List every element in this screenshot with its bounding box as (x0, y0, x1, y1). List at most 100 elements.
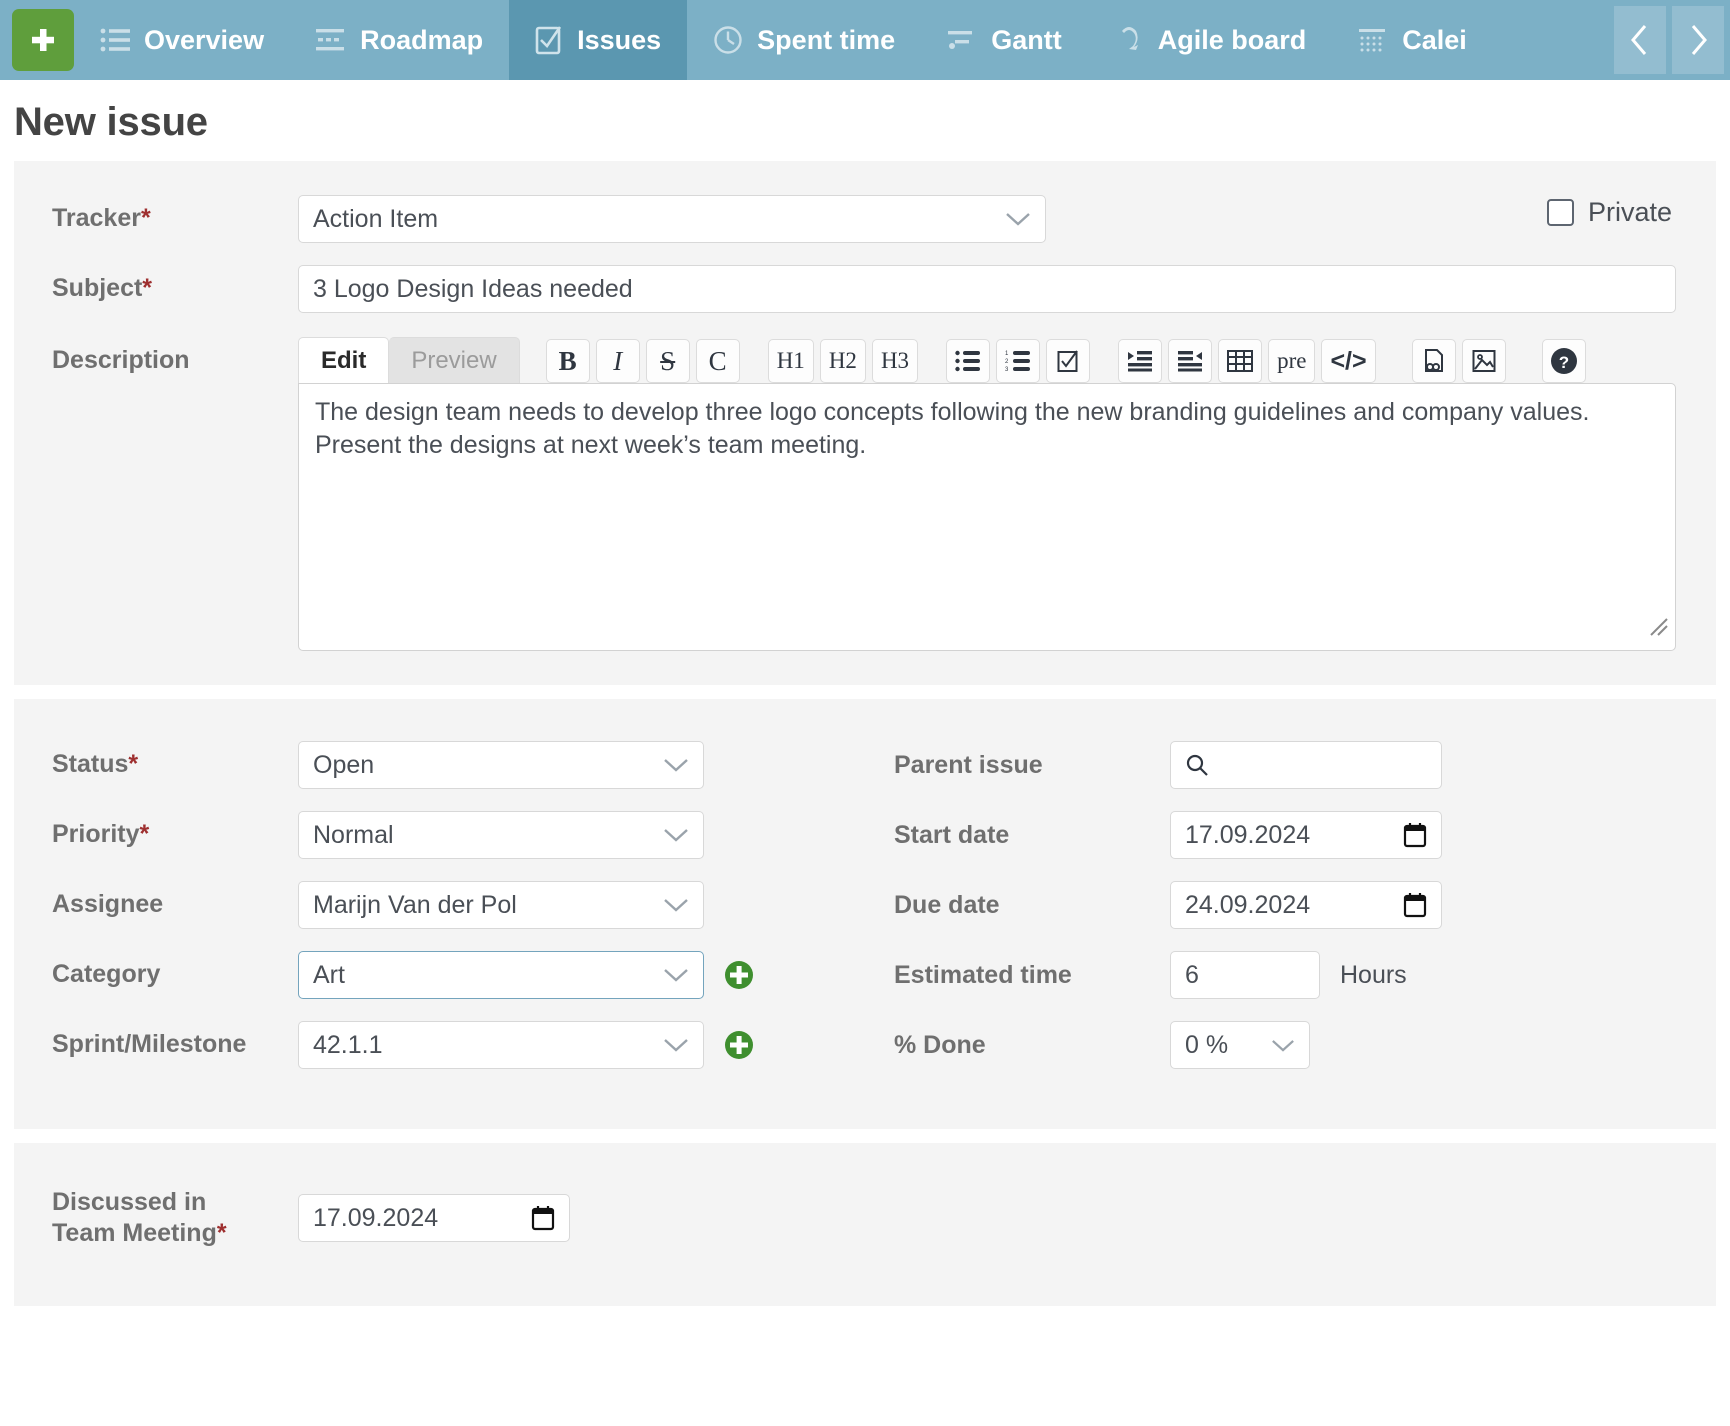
nav-tab-label: Roadmap (360, 24, 484, 55)
required-marker: * (128, 750, 139, 779)
outdent-button[interactable] (1168, 339, 1213, 383)
svg-text:?: ? (1558, 353, 1568, 372)
nav-tab-spent-time[interactable]: Spent time (687, 0, 921, 80)
estimated-time-input[interactable]: 6 (1170, 951, 1320, 999)
top-navigation-bar: Overview Roadmap Issues Spent time Gantt… (0, 0, 1730, 80)
private-checkbox[interactable] (1546, 199, 1574, 226)
nav-tab-label: Overview (144, 24, 265, 55)
description-label: Description (14, 335, 298, 376)
chevron-down-icon (663, 757, 689, 773)
image-icon (1472, 350, 1496, 372)
tracker-select[interactable]: Action Item (298, 195, 1046, 243)
tracker-label: Tracker* (14, 203, 298, 234)
parent-issue-row: Parent issue (894, 741, 1716, 789)
heading-1-button[interactable]: H1 (767, 339, 814, 383)
subject-row: Subject* 3 Logo Design Ideas needed (14, 265, 1716, 313)
list-icon (100, 27, 130, 53)
strikethrough-button[interactable]: S (645, 339, 690, 383)
tracker-label-text: Tracker (52, 204, 141, 233)
help-button[interactable]: ? (1541, 339, 1586, 383)
tab-preview[interactable]: Preview (389, 337, 520, 383)
calendar-icon[interactable] (1403, 822, 1427, 848)
percent-done-select[interactable]: 0 % (1170, 1021, 1310, 1069)
sprint-select[interactable]: 42.1.1 (298, 1021, 704, 1069)
code-block-button[interactable]: </> (1321, 339, 1376, 383)
outdent-icon (1178, 351, 1203, 372)
subject-label-text: Subject (52, 274, 143, 303)
percent-done-label: % Done (894, 1030, 986, 1059)
status-select[interactable]: Open (298, 741, 704, 789)
heading-3-button[interactable]: H3 (871, 339, 919, 383)
checklist-button[interactable] (1046, 339, 1091, 383)
issue-attributes-panel: Status* Open Priority* Normal Assignee M… (14, 699, 1716, 1129)
heading-2-button[interactable]: H2 (819, 339, 866, 383)
add-category-button[interactable] (724, 960, 754, 990)
private-checkbox-wrapper[interactable]: Private (1546, 197, 1672, 228)
estimated-time-unit: Hours (1340, 960, 1407, 989)
image-button[interactable] (1461, 339, 1506, 383)
chevron-left-icon (1631, 25, 1647, 55)
nav-tab-calendar[interactable]: Calei (1332, 0, 1493, 80)
italic-button[interactable]: I (595, 339, 640, 383)
preformatted-button[interactable]: pre (1268, 339, 1316, 383)
nav-tab-gantt[interactable]: Gantt (921, 0, 1088, 80)
nav-prev-button[interactable] (1614, 6, 1666, 74)
ordered-list-icon: 1 2 3 (1005, 351, 1031, 372)
add-sprint-button[interactable] (724, 1030, 754, 1060)
description-textarea[interactable]: The design team needs to develop three l… (298, 383, 1676, 651)
issue-main-panel: Tracker* Action Item Private Subject* 3 … (14, 161, 1716, 685)
calendar-icon[interactable] (531, 1205, 555, 1231)
required-marker: * (216, 1219, 227, 1248)
due-date-label: Due date (894, 890, 1000, 919)
nav-scroll-arrows (1614, 6, 1724, 74)
due-date-input[interactable]: 24.09.2024 (1170, 881, 1442, 929)
heading-1-icon: H1 (776, 348, 805, 373)
unordered-list-button[interactable] (946, 339, 991, 383)
link-file-button[interactable] (1411, 339, 1456, 383)
percent-done-value: 0 % (1185, 1030, 1229, 1059)
discussed-meeting-label: Discussed in Team Meeting* (14, 1187, 298, 1250)
nav-next-button[interactable] (1672, 6, 1724, 74)
required-marker: * (139, 820, 150, 849)
priority-select[interactable]: Normal (298, 811, 704, 859)
assignee-label: Assignee (52, 890, 164, 919)
plus-circle-icon (725, 1031, 753, 1059)
svg-text:1: 1 (1005, 351, 1009, 357)
estimated-time-label: Estimated time (894, 960, 1072, 989)
required-marker: * (142, 274, 153, 303)
sprint-row: Sprint/Milestone 42.1.1 (14, 1021, 894, 1069)
nav-tab-agile-board[interactable]: Agile board (1088, 0, 1333, 80)
resize-handle[interactable] (1647, 613, 1669, 646)
status-label-text: Status (52, 750, 129, 779)
inline-code-button[interactable]: C (695, 339, 740, 383)
nav-tab-roadmap[interactable]: Roadmap (290, 0, 509, 80)
start-date-input[interactable]: 17.09.2024 (1170, 811, 1442, 859)
calendar-icon[interactable] (1403, 892, 1427, 918)
parent-issue-input[interactable] (1170, 741, 1442, 789)
nav-tab-issues[interactable]: Issues (509, 0, 688, 80)
subject-label: Subject* (14, 273, 298, 304)
discussed-meeting-date-input[interactable]: 17.09.2024 (298, 1194, 570, 1243)
tab-edit[interactable]: Edit (298, 337, 390, 383)
chevron-down-icon (1271, 1038, 1295, 1053)
description-editor: Edit Preview B I S C H1 H2 H3 1 2 3 pre … (298, 335, 1676, 651)
description-value: The design team needs to develop three l… (315, 398, 1590, 460)
ordered-list-button[interactable]: 1 2 3 (996, 339, 1041, 383)
subject-input[interactable]: 3 Logo Design Ideas needed (298, 265, 1676, 313)
assignee-select[interactable]: Marijn Van der Pol (298, 881, 704, 929)
subject-value: 3 Logo Design Ideas needed (313, 274, 633, 303)
code-block-icon: </> (1330, 346, 1367, 375)
assignee-value: Marijn Van der Pol (313, 890, 517, 919)
chevron-down-icon (663, 897, 689, 913)
indent-button[interactable] (1118, 339, 1163, 383)
attributes-columns: Status* Open Priority* Normal Assignee M… (14, 741, 1716, 1069)
table-button[interactable] (1218, 339, 1263, 383)
nav-tab-overview[interactable]: Overview (74, 0, 290, 80)
chevron-down-icon (663, 967, 689, 983)
chevron-right-icon (1691, 25, 1707, 55)
add-new-button[interactable] (12, 9, 74, 71)
bold-button[interactable]: B (545, 339, 590, 383)
nav-tab-label: Issues (577, 24, 662, 55)
svg-text:2: 2 (1005, 359, 1009, 365)
category-select[interactable]: Art (298, 951, 704, 999)
